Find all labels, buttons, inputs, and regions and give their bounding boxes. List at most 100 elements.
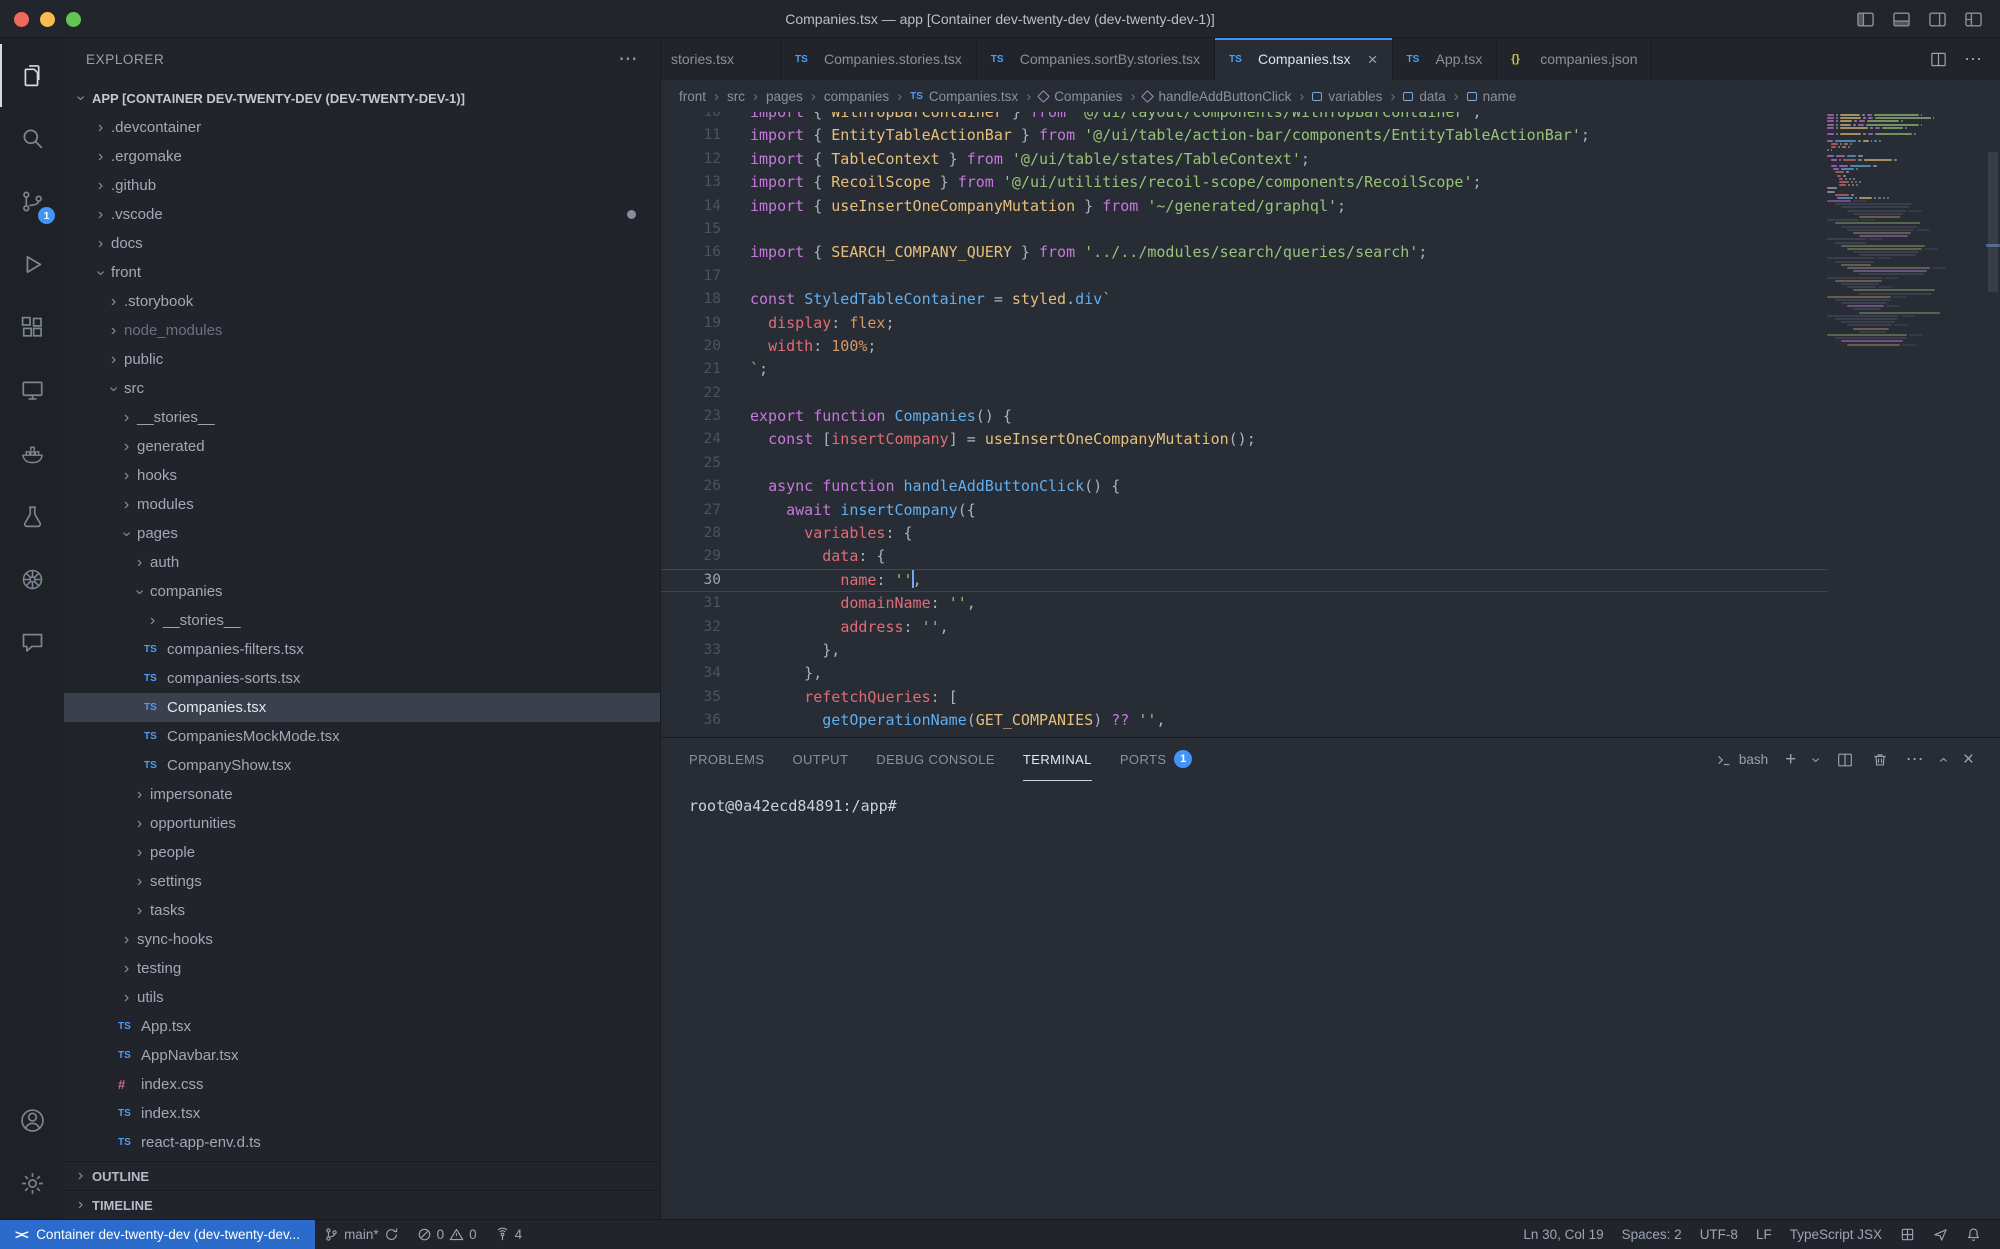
split-terminal-button[interactable] (1836, 751, 1854, 769)
cursor-position-indicator[interactable]: Ln 30, Col 19 (1514, 1227, 1612, 1242)
breadcrumb-pages[interactable]: pages (766, 89, 803, 104)
explorer-more-actions-button[interactable]: ⋯ (618, 48, 638, 71)
code-line-25[interactable]: 25 (661, 452, 1827, 475)
file-appnavbar-tsx[interactable]: TSAppNavbar.tsx (64, 1041, 660, 1070)
layout-grid-indicator[interactable] (1891, 1227, 1924, 1242)
ports-indicator[interactable]: 4 (486, 1220, 532, 1249)
folder-sync-hooks[interactable]: ›sync-hooks (64, 925, 660, 954)
folder-settings[interactable]: ›settings (64, 867, 660, 896)
code-line-10[interactable]: 10import { WithTopBarContainer } from '@… (661, 112, 1827, 124)
code-line-34[interactable]: 34 }, (661, 662, 1827, 685)
folder-vscode[interactable]: ›.vscode (64, 200, 660, 229)
activity-remote-explorer[interactable] (0, 359, 64, 422)
file-companies-sorts-tsx[interactable]: TScompanies-sorts.tsx (64, 664, 660, 693)
panel-tab-problems[interactable]: PROBLEMS (689, 738, 764, 781)
activity-source-control[interactable]: 1 (0, 170, 64, 233)
folder-public[interactable]: ›public (64, 345, 660, 374)
folder-tasks[interactable]: ›tasks (64, 896, 660, 925)
tab-companies-tsx[interactable]: TSCompanies.tsx× (1215, 38, 1393, 80)
minimize-window-button[interactable] (40, 12, 55, 27)
terminal-shell-selector[interactable]: bash (1715, 751, 1768, 769)
zoom-window-button[interactable] (66, 12, 81, 27)
code-line-32[interactable]: 32 address: '', (661, 616, 1827, 639)
customize-layout-icon[interactable] (1963, 9, 1984, 30)
file-companies-filters-tsx[interactable]: TScompanies-filters.tsx (64, 635, 660, 664)
folder-modules[interactable]: ›modules (64, 490, 660, 519)
folder-storybook[interactable]: ›.storybook (64, 287, 660, 316)
panel-tab-output[interactable]: OUTPUT (792, 738, 848, 781)
folder-pages[interactable]: ›pages (64, 519, 660, 548)
feedback-indicator[interactable] (1924, 1227, 1957, 1242)
code-line-17[interactable]: 17 (661, 265, 1827, 288)
timeline-section-header[interactable]: › TIMELINE (64, 1190, 660, 1219)
breadcrumb-variables[interactable]: variables (1312, 89, 1382, 104)
eol-indicator[interactable]: LF (1747, 1227, 1781, 1242)
problems-indicator[interactable]: 0 0 (408, 1220, 486, 1249)
folder-devcontainer[interactable]: ›.devcontainer (64, 113, 660, 142)
folder-stories[interactable]: ›__stories__ (64, 403, 660, 432)
code-line-21[interactable]: 21`; (661, 358, 1827, 381)
code-line-11[interactable]: 11import { EntityTableActionBar } from '… (661, 124, 1827, 147)
file-companyshow-tsx[interactable]: TSCompanyShow.tsx (64, 751, 660, 780)
code-editor[interactable]: 10import { WithTopBarContainer } from '@… (661, 112, 2000, 737)
tab-app-tsx[interactable]: TSApp.tsx (1393, 38, 1498, 80)
code-line-18[interactable]: 18const StyledTableContainer = styled.di… (661, 288, 1827, 311)
code-line-36[interactable]: 36 getOperationName(GET_COMPANIES) ?? ''… (661, 709, 1827, 732)
tab-stories-tsx[interactable]: stories.tsx (661, 38, 781, 80)
breadcrumb-data[interactable]: data (1403, 89, 1445, 104)
code-line-23[interactable]: 23export function Companies() { (661, 405, 1827, 428)
breadcrumb-companies-tsx[interactable]: TSCompanies.tsx (910, 89, 1018, 104)
folder-testing[interactable]: ›testing (64, 954, 660, 983)
close-window-button[interactable] (14, 12, 29, 27)
breadcrumb-src[interactable]: src (727, 89, 745, 104)
code-line-19[interactable]: 19 display: flex; (661, 312, 1827, 335)
activity-testing[interactable] (0, 485, 64, 548)
workspace-section-header[interactable]: › APP [CONTAINER DEV-TWENTY-DEV (DEV-TWE… (64, 84, 660, 112)
file-index-css[interactable]: #index.css (64, 1070, 660, 1099)
code-line-12[interactable]: 12import { TableContext } from '@/ui/tab… (661, 148, 1827, 171)
code-line-14[interactable]: 14import { useInsertOneCompanyMutation }… (661, 195, 1827, 218)
code-line-30[interactable]: 30 name: '', (661, 569, 1827, 592)
folder-hooks[interactable]: ›hooks (64, 461, 660, 490)
folder-companies[interactable]: ›companies (64, 577, 660, 606)
file-app-tsx[interactable]: TSApp.tsx (64, 1012, 660, 1041)
terminal-dropdown-chevron-icon[interactable]: › (1807, 757, 1825, 762)
file-companiesmockmode-tsx[interactable]: TSCompaniesMockMode.tsx (64, 722, 660, 751)
split-editor-icon[interactable] (1929, 50, 1948, 69)
code-line-20[interactable]: 20 width: 100%; (661, 335, 1827, 358)
tab-companies-stories-tsx[interactable]: TSCompanies.stories.tsx (781, 38, 977, 80)
activity-accounts[interactable] (0, 1089, 64, 1152)
panel-more-actions-button[interactable]: ⋯ (1906, 749, 1924, 770)
folder-auth[interactable]: ›auth (64, 548, 660, 577)
editor-scrollbar[interactable] (1986, 112, 2000, 737)
close-panel-button[interactable]: × (1963, 749, 1974, 771)
code-line-26[interactable]: 26 async function handleAddButtonClick()… (661, 475, 1827, 498)
folder-generated[interactable]: ›generated (64, 432, 660, 461)
indentation-indicator[interactable]: Spaces: 2 (1613, 1227, 1691, 1242)
folder-node-modules[interactable]: ›node_modules (64, 316, 660, 345)
file-companies-tsx[interactable]: TSCompanies.tsx (64, 693, 660, 722)
code-line-35[interactable]: 35 refetchQueries: [ (661, 686, 1827, 709)
breadcrumb-companies[interactable]: Companies (1039, 89, 1122, 104)
activity-run-debug[interactable] (0, 233, 64, 296)
toggle-secondary-sidebar-icon[interactable] (1927, 9, 1948, 30)
code-line-16[interactable]: 16import { SEARCH_COMPANY_QUERY } from '… (661, 241, 1827, 264)
activity-search[interactable] (0, 107, 64, 170)
notifications-indicator[interactable] (1957, 1227, 1990, 1242)
code-line-27[interactable]: 27 await insertCompany({ (661, 499, 1827, 522)
terminal-output[interactable]: root@0a42ecd84891:/app# (661, 781, 2000, 815)
breadcrumb-name[interactable]: name (1467, 89, 1517, 104)
file-react-app-env-d-ts[interactable]: TSreact-app-env.d.ts (64, 1128, 660, 1157)
toggle-panel-icon[interactable] (1891, 9, 1912, 30)
code-line-22[interactable]: 22 (661, 382, 1827, 405)
panel-tab-debug-console[interactable]: DEBUG CONSOLE (876, 738, 995, 781)
panel-tab-terminal[interactable]: TERMINAL (1023, 738, 1092, 781)
outline-section-header[interactable]: › OUTLINE (64, 1161, 660, 1190)
code-line-31[interactable]: 31 domainName: '', (661, 592, 1827, 615)
folder-impersonate[interactable]: ›impersonate (64, 780, 660, 809)
folder-opportunities[interactable]: ›opportunities (64, 809, 660, 838)
breadcrumb-front[interactable]: front (679, 89, 706, 104)
code-content[interactable]: 10import { WithTopBarContainer } from '@… (661, 112, 1827, 733)
activity-kubernetes[interactable] (0, 548, 64, 611)
folder-utils[interactable]: ›utils (64, 983, 660, 1012)
